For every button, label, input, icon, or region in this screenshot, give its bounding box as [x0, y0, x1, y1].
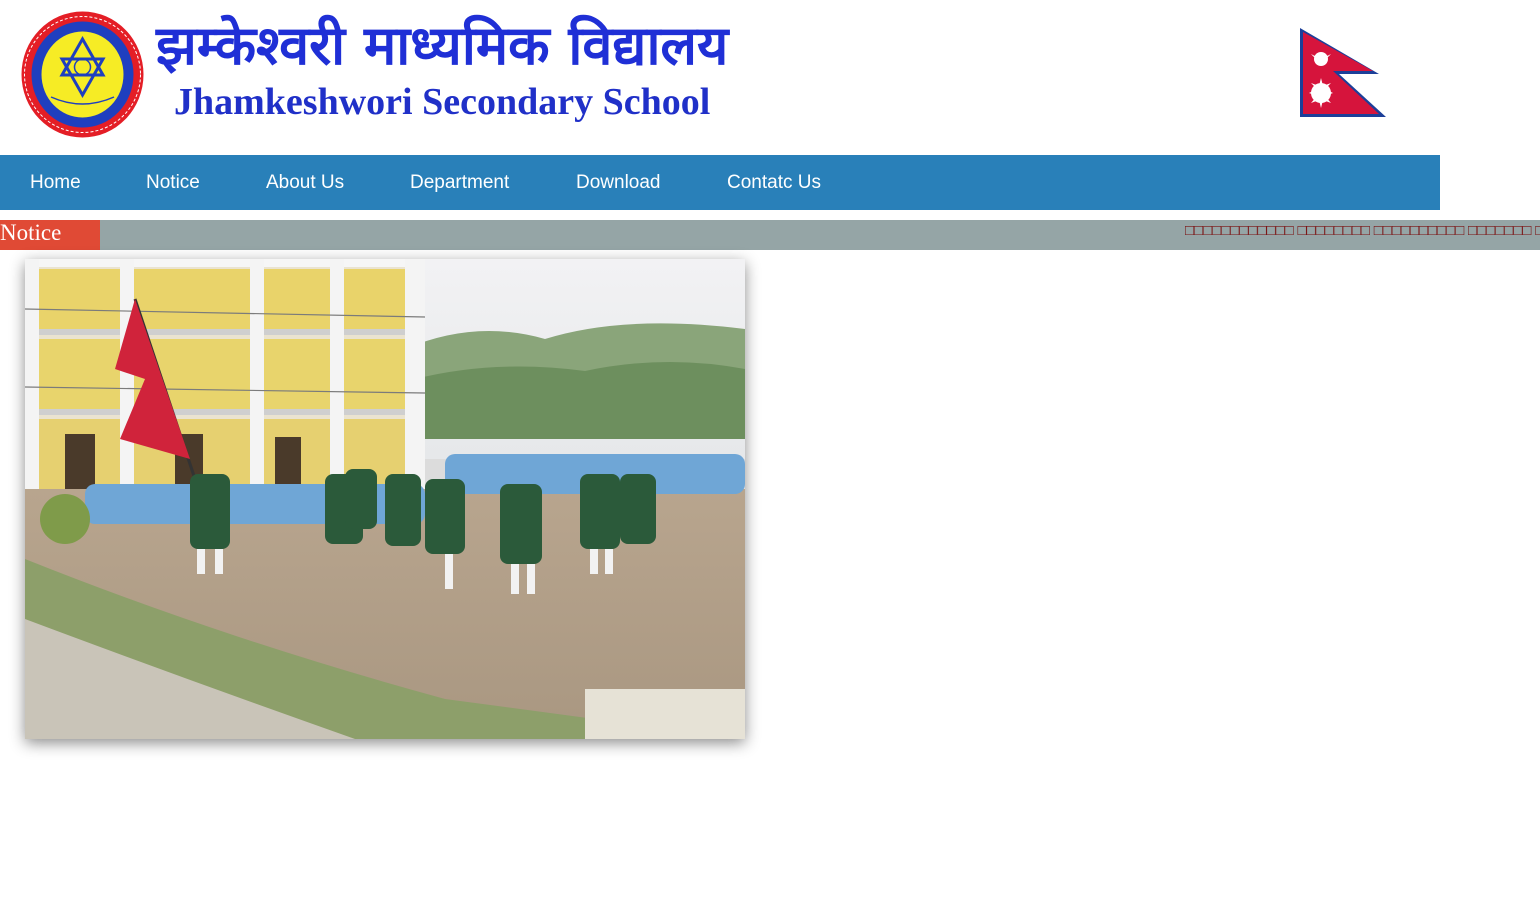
notice-ticker: Notice □□□□□□□□□□□□ □□□□□□□□ □□□□□□□□□□ …: [0, 220, 1540, 250]
school-assembly-photo: [25, 259, 745, 739]
school-emblem-icon[interactable]: [21, 11, 144, 138]
ticker-label: Notice: [0, 220, 100, 250]
site-header: झम्केश्वरी माध्यमिक विद्यालय Jhamkeshwor…: [0, 0, 1540, 155]
nav-notice[interactable]: Notice: [146, 155, 200, 210]
nav-download[interactable]: Download: [576, 155, 661, 210]
nav-about-us[interactable]: About Us: [266, 155, 344, 210]
school-title-nepali: झम्केश्वरी माध्यमिक विद्यालय: [156, 14, 729, 77]
nav-home[interactable]: Home: [30, 155, 81, 210]
nepal-flag-icon: [1297, 26, 1389, 119]
nav-contact-us[interactable]: Contatc Us: [727, 155, 821, 210]
main-navbar: Home Notice About Us Department Download…: [0, 155, 1440, 210]
slideshow-image[interactable]: [25, 259, 745, 739]
ticker-scrolling-text[interactable]: □□□□□□□□□□□□ □□□□□□□□ □□□□□□□□□□ □□□□□□□…: [1185, 220, 1540, 250]
school-title-english: Jhamkeshwori Secondary School: [174, 81, 711, 123]
nav-department[interactable]: Department: [410, 155, 509, 210]
